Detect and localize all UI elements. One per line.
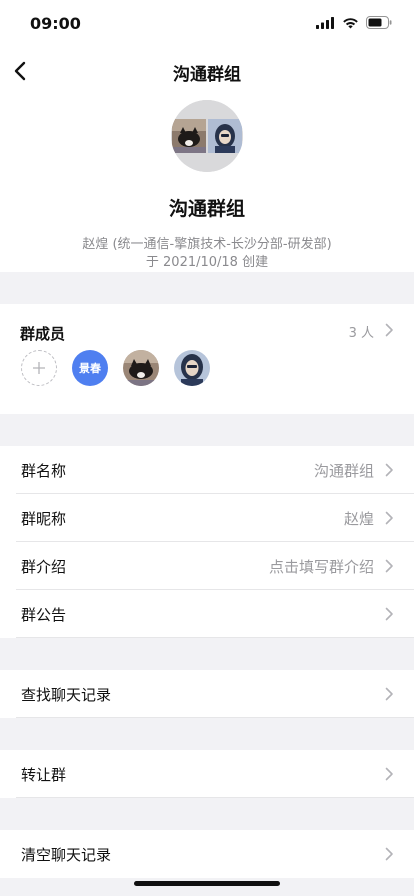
chevron-right-icon: [385, 463, 393, 477]
member-list: 景春: [21, 350, 210, 386]
group-header: 沟通群组 赵煌 (统一通信-擎旗技术-长沙分部-研发部) 于 2021/10/1…: [0, 94, 414, 272]
row-label: 群介绍: [21, 558, 67, 576]
row-label: 转让群: [21, 766, 67, 784]
row-value: 赵煌: [343, 510, 374, 528]
group-name: 沟通群组: [168, 198, 245, 220]
member-avatar[interactable]: [123, 350, 159, 386]
status-icons: [316, 16, 392, 29]
search-history-row[interactable]: 查找聊天记录: [0, 670, 414, 718]
group-intro-row[interactable]: 群介绍 点击填写群介绍: [0, 542, 414, 590]
row-value: 点击填写群介绍: [268, 558, 374, 576]
avatar-photo-cat: [123, 350, 159, 386]
row-label: 群公告: [21, 606, 67, 624]
chevron-right-icon: [385, 323, 393, 337]
group-nickname-row[interactable]: 群昵称 赵煌: [0, 494, 414, 542]
members-count: 3 人: [348, 326, 374, 341]
chevron-right-icon: [385, 559, 393, 573]
divider: [16, 637, 414, 638]
wifi-icon: [343, 17, 358, 28]
plus-icon: [33, 362, 45, 374]
page-title: 沟通群组: [173, 65, 241, 85]
members-section[interactable]: 群成员 3 人 景春: [0, 304, 414, 414]
group-created-date: 于 2021/10/18 创建: [145, 255, 269, 270]
status-bar: 09:00: [0, 0, 414, 48]
battery-icon: [366, 16, 392, 29]
group-creator: 赵煌 (统一通信-擎旗技术-长沙分部-研发部): [82, 237, 332, 252]
divider: [16, 717, 414, 718]
row-label: 群昵称: [21, 510, 67, 528]
member-avatar[interactable]: [174, 350, 210, 386]
nav-bar: 沟通群组: [0, 48, 414, 94]
transfer-group-row[interactable]: 转让群: [0, 750, 414, 798]
chevron-right-icon: [385, 847, 393, 861]
row-value: 沟通群组: [313, 462, 374, 480]
group-avatar-image: [171, 100, 243, 172]
status-time: 09:00: [30, 14, 81, 33]
divider: [16, 797, 414, 798]
group-avatar[interactable]: [171, 100, 243, 172]
cellular-signal-icon: [316, 16, 334, 29]
chevron-right-icon: [385, 511, 393, 525]
row-label: 清空聊天记录: [21, 846, 112, 864]
home-indicator[interactable]: [134, 881, 280, 886]
chevron-right-icon: [385, 687, 393, 701]
members-title: 群成员: [20, 325, 66, 343]
group-notice-row[interactable]: 群公告: [0, 590, 414, 638]
add-member-button[interactable]: [21, 350, 57, 386]
group-name-row[interactable]: 群名称 沟通群组: [0, 446, 414, 494]
chevron-right-icon: [385, 607, 393, 621]
member-avatar[interactable]: 景春: [72, 350, 108, 386]
row-label: 群名称: [21, 462, 67, 480]
chevron-right-icon: [385, 767, 393, 781]
row-label: 查找聊天记录: [21, 686, 112, 704]
avatar-photo-hooded: [174, 350, 210, 386]
clear-history-row[interactable]: 清空聊天记录: [0, 830, 414, 878]
